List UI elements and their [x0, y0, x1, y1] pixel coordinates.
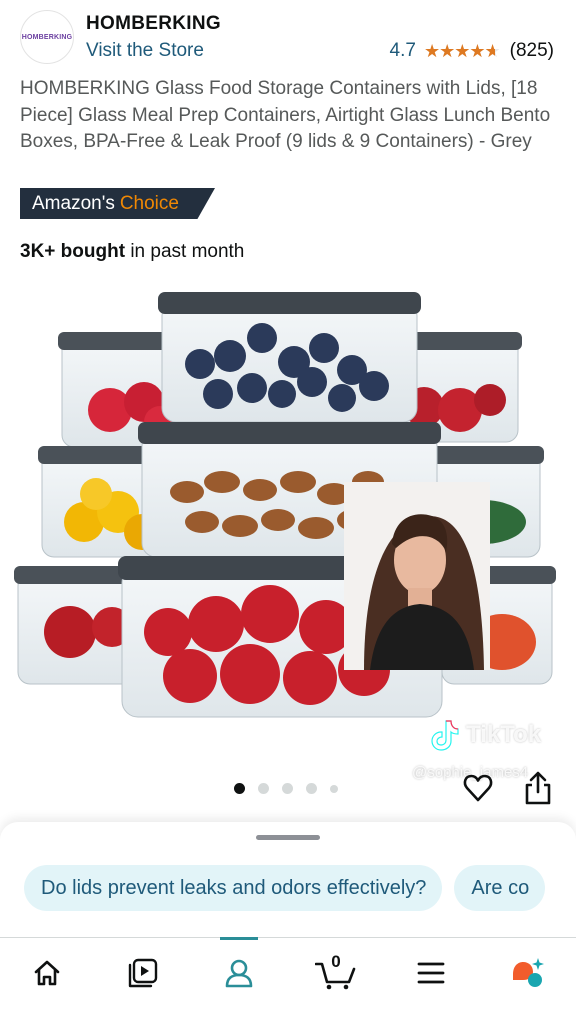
nav-home[interactable] [29, 955, 65, 991]
heart-icon[interactable] [462, 772, 494, 804]
carousel-dot[interactable] [306, 783, 317, 794]
rating-summary[interactable]: 4.7 ★★★★★ ★★★★★ (825) [390, 40, 554, 62]
nav-video[interactable] [125, 955, 161, 991]
share-icon[interactable] [522, 770, 554, 806]
tiktok-watermark: TikTok [430, 718, 541, 752]
product-image[interactable] [12, 282, 564, 732]
suggested-questions: Do lids prevent leaks and odors effectiv… [24, 865, 546, 911]
badge-choice: Choice [119, 192, 179, 214]
bottom-nav: 0 [0, 937, 576, 1024]
nav-cart[interactable]: 0 [315, 952, 357, 991]
store-name: HOMBERKING [86, 13, 221, 34]
home-icon [34, 960, 60, 986]
sheet-grabber[interactable] [256, 835, 320, 840]
rating-value: 4.7 [389, 40, 416, 61]
visit-store-link[interactable]: Visit the Store [86, 40, 204, 62]
tiktok-label: TikTok [466, 721, 542, 748]
menu-icon [417, 962, 445, 984]
nav-active-indicator [220, 937, 258, 940]
bought-count: 3K+ bought [20, 241, 126, 262]
question-chip[interactable]: Do lids prevent leaks and odors effectiv… [24, 865, 443, 911]
image-carousel-dots[interactable] [234, 783, 338, 794]
carousel-dot[interactable] [282, 783, 293, 794]
bought-period: in past month [130, 241, 245, 262]
nav-menu[interactable] [413, 955, 449, 991]
bought-in-past-month: 3K+ bought in past month [20, 241, 244, 263]
cart-count: 0 [331, 952, 341, 971]
store-header: HOMBERKING HOMBERKING Visit the Store 4.… [20, 10, 560, 66]
nav-rufus[interactable] [509, 955, 545, 991]
carousel-dot[interactable] [330, 784, 338, 793]
container-blueberries [158, 292, 421, 423]
badge-prefix: Amazon's [32, 192, 115, 214]
rufus-icon [513, 958, 544, 987]
question-chip[interactable]: Are co [454, 865, 546, 911]
star-rating-icon: ★★★★★ ★★★★★ [423, 41, 501, 61]
product-title: HOMBERKING Glass Food Storage Containers… [20, 78, 551, 152]
video-icon [128, 958, 158, 988]
carousel-dot[interactable] [234, 783, 245, 794]
amazons-choice-badge[interactable]: Amazon's Choice [20, 188, 215, 219]
review-count: (825) [509, 40, 554, 61]
store-logo-text: HOMBERKING [21, 33, 73, 41]
questions-sheet: Do lids prevent leaks and odors effectiv… [0, 822, 576, 937]
nav-account[interactable] [221, 955, 257, 991]
carousel-dot[interactable] [258, 783, 269, 794]
video-overlay[interactable] [344, 482, 490, 670]
store-logo[interactable]: HOMBERKING [20, 10, 74, 64]
account-icon [225, 959, 253, 988]
tiktok-logo-icon [431, 720, 459, 751]
